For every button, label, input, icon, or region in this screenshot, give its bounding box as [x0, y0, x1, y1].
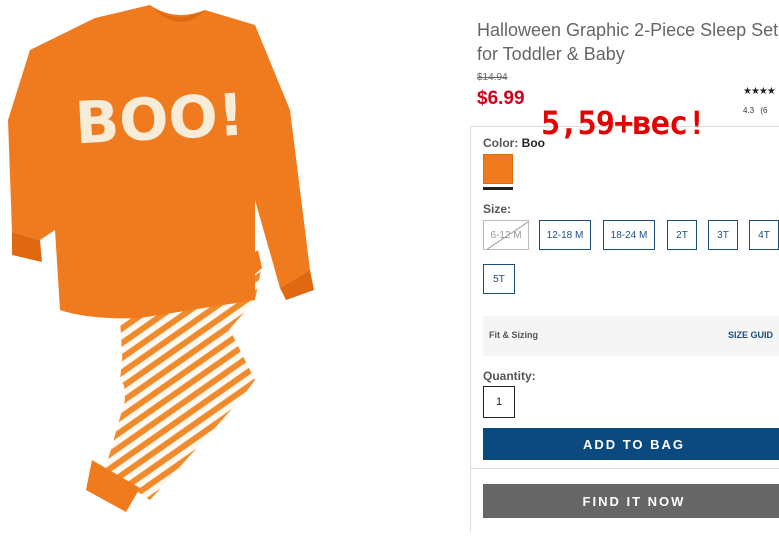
size-option-label: 4T	[758, 229, 770, 241]
size-option-label: 12-18 M	[546, 229, 584, 241]
size-option-label: 3T	[717, 229, 729, 241]
color-label-text: Color:	[483, 136, 519, 150]
original-price: $14.94	[477, 72, 508, 83]
size-option-label: 18-24 M	[610, 229, 648, 241]
size-guide-link[interactable]: SIZE GUID	[728, 330, 773, 340]
rating[interactable]: ★★★★ 4.3 (6	[743, 86, 776, 115]
size-option-4t[interactable]: 4T	[749, 220, 779, 250]
pants-right-leg	[105, 320, 255, 500]
quantity-label: Quantity:	[483, 369, 536, 383]
size-option-label: 2T	[676, 229, 688, 241]
sale-price: $6.99	[477, 88, 525, 109]
size-option-2t[interactable]: 2T	[667, 220, 697, 250]
add-to-bag-button[interactable]: ADD TO BAG	[483, 428, 779, 460]
product-details: Halloween Graphic 2-Piece Sleep Set for …	[470, 0, 779, 532]
rating-score-row: 4.3 (6	[743, 106, 767, 115]
size-option-6-12m[interactable]: 6-12 M	[483, 220, 529, 250]
size-option-12-18m[interactable]: 12-18 M	[539, 220, 591, 250]
swatch-selected-indicator	[483, 187, 513, 190]
star-rating-icon: ★★★★	[743, 86, 776, 97]
size-option-3t[interactable]: 3T	[708, 220, 738, 250]
rating-score: 4.3	[743, 106, 755, 115]
color-swatch-boo[interactable]	[483, 154, 513, 184]
divider	[470, 468, 779, 469]
fit-sizing-bar[interactable]: Fit & Sizing SIZE GUID	[483, 316, 779, 356]
fit-sizing-label: Fit & Sizing	[489, 330, 538, 340]
size-option-label: 5T	[493, 273, 505, 285]
find-it-now-button[interactable]: FIND IT NOW	[483, 484, 779, 518]
shirt-print: BOO!	[73, 81, 246, 158]
color-label: Color: Boo	[483, 136, 545, 150]
size-option-18-24m[interactable]: 18-24 M	[603, 220, 655, 250]
shirt-body	[8, 5, 310, 319]
size-label: Size:	[483, 202, 512, 216]
product-image[interactable]: BOO!	[0, 0, 470, 531]
unavailable-strike-icon	[486, 221, 528, 249]
product-title: Halloween Graphic 2-Piece Sleep Set for …	[477, 20, 779, 64]
size-option-5t[interactable]: 5T	[483, 264, 515, 294]
rating-count: (6	[760, 106, 768, 115]
handwritten-price-note: 5,59+вес!	[541, 104, 706, 142]
quantity-input[interactable]: 1	[483, 386, 515, 418]
